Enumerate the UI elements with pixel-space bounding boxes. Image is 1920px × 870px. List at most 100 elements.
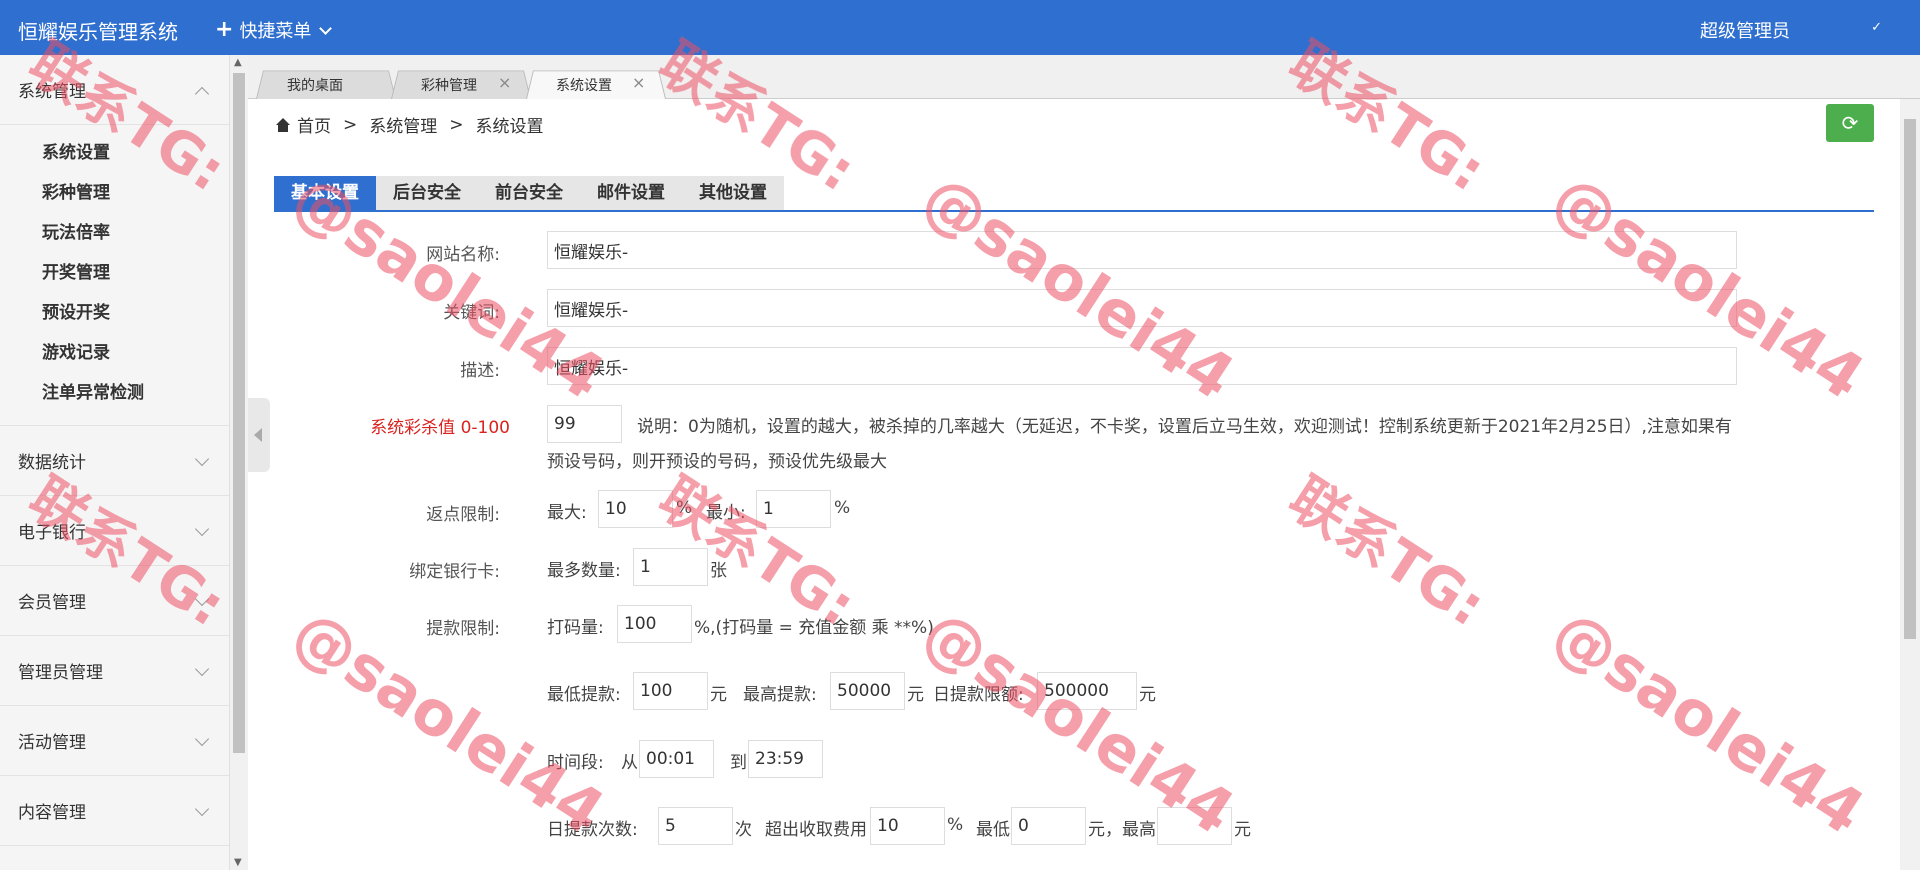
tab-other-settings[interactable]: 其他设置 [682,176,784,210]
quick-menu-label: 快捷菜单 [239,17,311,43]
fee-high-input[interactable] [1157,807,1232,845]
tab-frontend-security[interactable]: 前台安全 [478,176,580,210]
yuan-unit: 元 [1139,680,1156,705]
breadcrumb-home-label: 首页 [297,112,331,137]
site-name-input[interactable] [547,231,1737,269]
yuan-unit: 元 [710,680,727,705]
app-title: 恒耀娱乐管理系统 [18,16,178,45]
bet-amount-note: %,(打码量 = 充值金额 乘 **%) [694,613,934,638]
sidebar-group-label: 内容管理 [18,798,86,823]
description-label: 描述: [260,356,500,381]
time-from-label: 从 [621,748,638,773]
refresh-icon: ⟳ [1842,111,1859,135]
sidebar-item-lottery-types[interactable]: 彩种管理 [0,173,229,213]
breadcrumb-separator: > [449,115,463,135]
main-scroll-thumb[interactable] [1904,119,1916,639]
close-icon[interactable]: × [632,73,645,92]
tab-email-settings[interactable]: 邮件设置 [580,176,682,210]
page-tab-label[interactable]: 系统设置 [556,75,612,95]
sidebar-item-preset-draw[interactable]: 预设开奖 [0,293,229,333]
rebate-max-input[interactable] [598,490,673,528]
keywords-label: 关键词: [260,298,500,323]
sidebar-group-label: 电子银行 [18,518,86,543]
bet-amount-input[interactable] [617,605,692,643]
sidebar-item-game-records[interactable]: 游戏记录 [0,333,229,373]
sidebar-item-bet-anomaly[interactable]: 注单异常检测 [0,373,229,413]
breadcrumb-level1[interactable]: 系统管理 [369,112,437,137]
sidebar-subitems: 系统设置 彩种管理 玩法倍率 开奖管理 预设开奖 游戏记录 注单异常检测 [0,125,229,426]
refresh-button[interactable]: ⟳ [1826,104,1874,142]
sidebar-group-admins[interactable]: 管理员管理 [0,636,229,706]
max-withdraw-label: 最高提款: [743,680,817,705]
scroll-down-icon[interactable]: ▼ [234,857,242,868]
close-icon[interactable]: × [498,73,511,92]
watermark-text: 联系TG: [1276,455,1503,642]
bank-card-max-label: 最多数量: [547,556,621,581]
sidebar-item-draw-management[interactable]: 开奖管理 [0,253,229,293]
max-withdraw-input[interactable] [830,672,905,710]
fee-low-input[interactable] [1011,807,1086,845]
bet-amount-label: 打码量: [547,613,604,638]
site-name-label: 网站名称: [260,240,500,265]
time-to-input[interactable] [748,740,823,778]
quick-menu-button[interactable]: + 快捷菜单 [215,17,330,43]
sidebar-collapse-handle[interactable] [248,398,270,472]
fee-input[interactable] [870,807,945,845]
fee-low-label: 最低 [976,815,1010,840]
breadcrumb-separator: > [343,115,357,135]
sidebar-group-statistics[interactable]: 数据统计 [0,426,229,496]
daily-count-input[interactable] [658,807,733,845]
sidebar-group-label: 活动管理 [18,728,86,753]
settings-tabs: 基本设置 后台安全 前台安全 邮件设置 其他设置 [274,176,1874,212]
description-input[interactable] [547,347,1737,385]
sidebar-group-label: 会员管理 [18,588,86,613]
bank-card-unit: 张 [710,556,727,581]
chevron-down-icon [195,452,209,466]
rebate-min-pct: % [834,498,850,518]
min-withdraw-label: 最低提款: [547,680,621,705]
bank-card-max-input[interactable] [633,548,708,586]
daily-limit-input[interactable] [1037,672,1137,710]
chevron-down-icon [195,592,209,606]
tab-basic-settings[interactable]: 基本设置 [274,176,376,210]
rebate-min-label: 最小: [706,498,746,523]
plus-icon: + [215,21,233,39]
sidebar-group-ebank[interactable]: 电子银行 [0,496,229,566]
page-tab-label[interactable]: 彩种管理 [421,75,477,95]
user-menu[interactable]: 超级管理员 [1700,17,1790,43]
sidebar-group-activities[interactable]: 活动管理 [0,706,229,776]
sidebar-scroll-thumb[interactable] [233,73,245,753]
tab-backend-security[interactable]: 后台安全 [376,176,478,210]
chevron-down-icon [195,732,209,746]
time-period-label: 时间段: [547,748,604,773]
rebate-max-pct: % [676,498,692,518]
rebate-max-label: 最大: [547,498,587,523]
sidebar-item-system-settings[interactable]: 系统设置 [0,133,229,173]
chevron-down-icon [320,22,333,35]
time-to-label: 到 [730,748,747,773]
chevron-down-icon [195,662,209,676]
keywords-input[interactable] [547,289,1737,327]
chevron-up-icon [195,87,209,101]
breadcrumb: 首页 > 系统管理 > 系统设置 [275,112,544,137]
sidebar-group-system[interactable]: 系统管理 [0,55,229,125]
sidebar-group-label: 系统管理 [18,77,86,102]
chevron-down-icon [195,522,209,536]
fee-label: 超出收取费用 [765,815,867,840]
main-scrollbar[interactable] [1900,99,1920,870]
time-from-input[interactable] [639,740,714,778]
breadcrumb-level2: 系统设置 [476,112,544,137]
sidebar-item-play-odds[interactable]: 玩法倍率 [0,213,229,253]
sidebar-group-label: 数据统计 [18,448,86,473]
rebate-min-input[interactable] [756,490,831,528]
kill-rate-note: 说明：0为随机，设置的越大，被杀掉的几率越大（无延迟，不卡奖，设置后立马生效，欢… [547,410,1737,480]
scroll-up-icon[interactable]: ▲ [234,57,242,68]
page-tab-label[interactable]: 我的桌面 [287,75,343,95]
sidebar-group-content[interactable]: 内容管理 [0,776,229,846]
sidebar-scrollbar[interactable]: ▲ ▼ [230,55,248,870]
yuan-unit: 元 [1234,815,1251,840]
breadcrumb-home[interactable]: 首页 [275,112,331,137]
sidebar: 系统管理 系统设置 彩种管理 玩法倍率 开奖管理 预设开奖 游戏记录 注单异常检… [0,55,230,870]
min-withdraw-input[interactable] [633,672,708,710]
sidebar-group-members[interactable]: 会员管理 [0,566,229,636]
